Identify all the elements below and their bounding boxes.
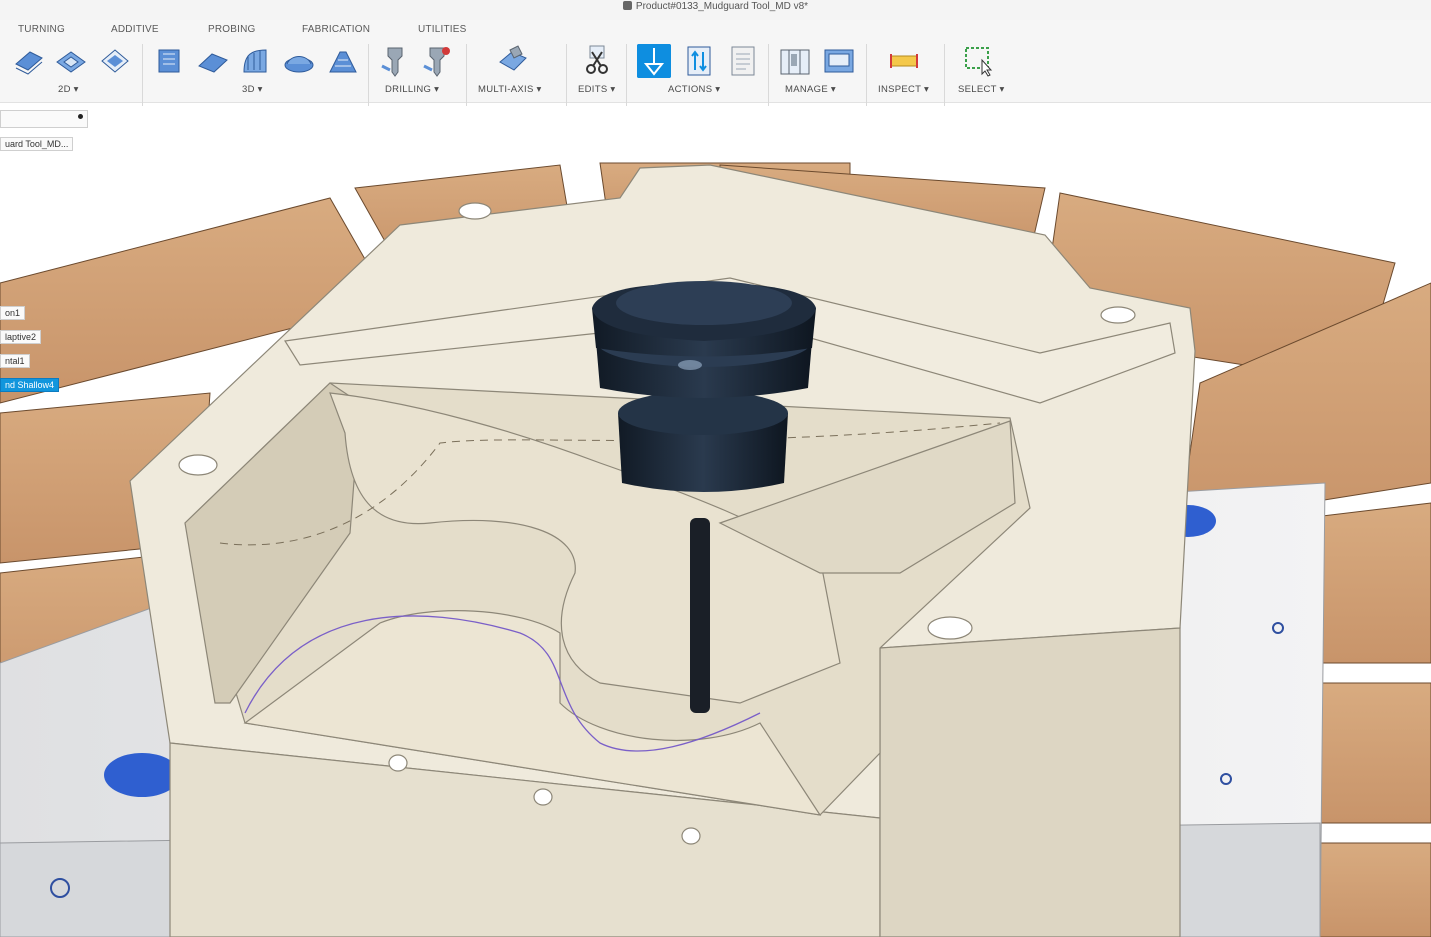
- machine-library-icon[interactable]: [822, 44, 856, 78]
- 3d-pocket-icon[interactable]: [196, 44, 230, 78]
- group-drilling[interactable]: DRILLING ▾: [385, 84, 439, 95]
- separator: [466, 44, 467, 106]
- separator: [142, 44, 143, 106]
- tab-additive[interactable]: ADDITIVE: [111, 24, 159, 35]
- tab-probing[interactable]: PROBING: [208, 24, 256, 35]
- 3d-contour-icon[interactable]: [326, 44, 360, 78]
- simulate-icon[interactable]: [637, 44, 671, 78]
- browser-operation-item[interactable]: on1: [0, 306, 26, 320]
- tab-turning[interactable]: TURNING: [18, 24, 65, 35]
- title-bar: Product#0133_Mudguard Tool_MD v8*: [0, 0, 1431, 20]
- group-3d[interactable]: 3D ▾: [242, 84, 263, 95]
- separator: [626, 44, 627, 106]
- tab-utilities[interactable]: UTILITIES: [418, 24, 466, 35]
- document-title: Product#0133_Mudguard Tool_MD v8*: [0, 1, 1431, 12]
- scissors-icon[interactable]: [580, 44, 614, 78]
- group-manage[interactable]: MANAGE ▾: [785, 84, 836, 95]
- canvas-viewport[interactable]: [0, 103, 1431, 937]
- multi-axis-icon[interactable]: [496, 44, 530, 78]
- tab-fabrication[interactable]: FABRICATION: [302, 24, 370, 35]
- tool-library-icon[interactable]: [778, 44, 812, 78]
- post-process-icon[interactable]: [726, 44, 760, 78]
- separator: [944, 44, 945, 106]
- 3d-steep-shallow-icon[interactable]: [238, 44, 272, 78]
- 2d-pocket-icon[interactable]: [54, 44, 88, 78]
- select-icon[interactable]: [962, 44, 996, 78]
- cam-scene[interactable]: [0, 103, 1431, 937]
- ribbon-toolbar: TURNING ADDITIVE PROBING FABRICATION UTI…: [0, 20, 1431, 106]
- 3d-adaptive-icon[interactable]: [152, 44, 186, 78]
- 3d-scallop-icon[interactable]: [282, 44, 316, 78]
- document-icon: [622, 1, 632, 10]
- browser-operation-item[interactable]: ntal1: [0, 354, 30, 368]
- browser-operation-item-selected[interactable]: nd Shallow4: [0, 378, 60, 392]
- drill-icon[interactable]: [378, 44, 412, 78]
- measure-icon[interactable]: [887, 44, 921, 78]
- separator: [368, 44, 369, 106]
- group-inspect[interactable]: INSPECT ▾: [878, 84, 929, 95]
- 2d-adaptive-icon[interactable]: [12, 44, 46, 78]
- group-actions[interactable]: ACTIONS ▾: [668, 84, 720, 95]
- browser-operation-item[interactable]: laptive2: [0, 330, 42, 344]
- group-edits[interactable]: EDITS ▾: [578, 84, 615, 95]
- hole-recognition-icon[interactable]: [420, 44, 454, 78]
- separator: [566, 44, 567, 106]
- simulate-with-machine-icon[interactable]: [682, 44, 716, 78]
- group-multi-axis[interactable]: MULTI-AXIS ▾: [478, 84, 542, 95]
- group-select[interactable]: SELECT ▾: [958, 84, 1005, 95]
- separator: [866, 44, 867, 106]
- 2d-face-icon[interactable]: [98, 44, 132, 78]
- separator: [768, 44, 769, 106]
- group-2d[interactable]: 2D ▾: [58, 84, 79, 95]
